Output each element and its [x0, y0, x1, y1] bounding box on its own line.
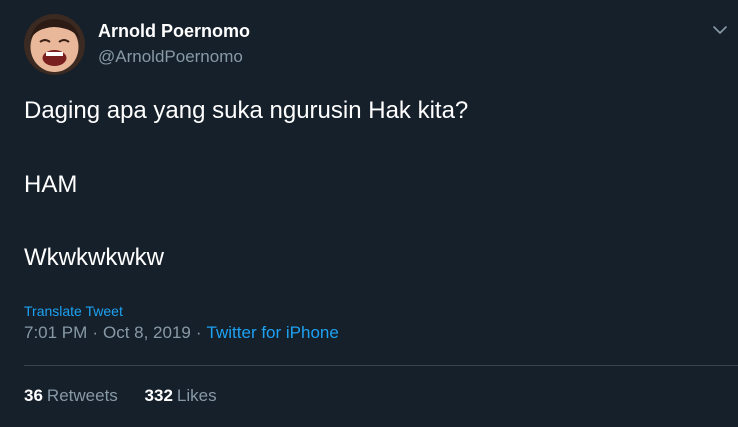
more-options-button[interactable] — [710, 20, 730, 40]
likes-stat[interactable]: 332 Likes — [145, 386, 217, 406]
user-handle[interactable]: @ArnoldPoernomo — [98, 47, 243, 67]
chevron-down-icon — [713, 26, 727, 34]
translate-tweet-link[interactable]: Translate Tweet — [24, 303, 123, 319]
avatar-image — [24, 14, 85, 75]
retweets-stat[interactable]: 36 Retweets — [24, 386, 118, 406]
tweet-metadata: 7:01 PM · Oct 8, 2019 · Twitter for iPhone — [24, 323, 339, 343]
meta-separator: · — [92, 323, 98, 342]
divider — [24, 365, 738, 366]
tweet-stats: 36 Retweets 332 Likes — [24, 386, 239, 406]
likes-count: 332 — [144, 386, 173, 405]
tweet-date[interactable]: Oct 8, 2019 — [103, 323, 191, 342]
meta-separator: · — [195, 323, 202, 342]
retweets-label: Retweets — [46, 386, 118, 405]
likes-label: Likes — [176, 386, 217, 405]
retweets-count: 36 — [24, 386, 43, 405]
tweet-text-line: Daging apa yang suka ngurusin Hak kita? — [24, 97, 469, 124]
tweet-time[interactable]: 7:01 PM — [24, 323, 87, 342]
tweet-text-line: HAM — [24, 171, 78, 198]
tweet-source-link[interactable]: Twitter for iPhone — [207, 323, 339, 342]
avatar[interactable] — [24, 14, 85, 75]
tweet-card: Arnold Poernomo @ArnoldPoernomo Daging a… — [0, 0, 738, 427]
user-name[interactable]: Arnold Poernomo — [98, 21, 250, 42]
tweet-text-line: Wkwkwkwkw — [24, 244, 164, 271]
